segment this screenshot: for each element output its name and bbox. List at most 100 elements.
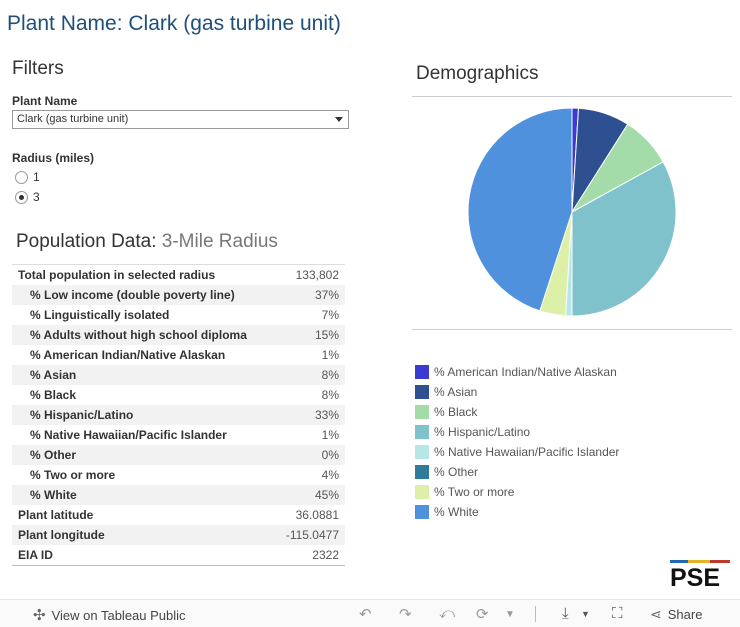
- chevron-down-icon[interactable]: ▼: [581, 609, 590, 619]
- row-label: Plant latitude: [18, 508, 94, 522]
- table-row: % Black 8%: [12, 385, 345, 405]
- row-value: 37%: [314, 288, 339, 302]
- radio-icon: [15, 170, 28, 184]
- tableau-icon: ✣: [33, 607, 46, 624]
- chevron-down-icon: [335, 117, 343, 122]
- table-row: % Low income (double poverty line) 37%: [12, 285, 345, 305]
- divider: [412, 329, 732, 330]
- demographics-title: Demographics: [416, 63, 539, 84]
- view-on-tableau-link[interactable]: ✣ View on Tableau Public: [33, 606, 186, 624]
- row-value: 4%: [321, 468, 339, 482]
- divider: [412, 96, 732, 97]
- radius-option-label: 1: [33, 170, 40, 184]
- row-value: 36.0881: [295, 508, 339, 522]
- legend-item[interactable]: % Two or more: [415, 482, 619, 502]
- table-row: Plant latitude 36.0881: [12, 505, 345, 525]
- legend-swatch: [415, 445, 429, 459]
- share-button[interactable]: ⋖ Share: [650, 606, 702, 623]
- legend-item[interactable]: % Asian: [415, 382, 619, 402]
- table-row: % Other 0%: [12, 445, 345, 465]
- row-value: 8%: [321, 368, 339, 382]
- row-label: % Linguistically isolated: [30, 308, 170, 322]
- row-label: % Black: [30, 388, 77, 402]
- legend-item[interactable]: % Other: [415, 462, 619, 482]
- row-label: % American Indian/Native Alaskan: [30, 348, 226, 362]
- row-value: 0%: [321, 448, 339, 462]
- undo-icon[interactable]: ↶: [359, 605, 372, 623]
- legend-item[interactable]: % White: [415, 502, 619, 522]
- legend-label: % Black: [434, 405, 478, 419]
- pse-logo-text: PSE: [670, 564, 720, 588]
- row-label: % Low income (double poverty line): [30, 288, 235, 302]
- table-row: EIA ID 2322: [12, 545, 345, 565]
- radius-option-label: 3: [33, 190, 40, 204]
- legend-label: % Asian: [434, 385, 478, 399]
- legend-item[interactable]: % Native Hawaiian/Pacific Islander: [415, 442, 619, 462]
- row-value: 15%: [314, 328, 339, 342]
- legend-label: % Hispanic/Latino: [434, 425, 531, 439]
- table-row: % Linguistically isolated 7%: [12, 305, 345, 325]
- row-value: 1%: [321, 348, 339, 362]
- row-label: % Hispanic/Latino: [30, 408, 134, 422]
- radius-option-1[interactable]: 1: [15, 169, 40, 185]
- row-value: 1%: [321, 428, 339, 442]
- row-value: -115.0477: [285, 528, 339, 542]
- pse-logo: PSE: [670, 560, 730, 588]
- download-icon[interactable]: ⤓: [562, 605, 569, 622]
- view-on-tableau-label: View on Tableau Public: [51, 607, 186, 623]
- row-value: 2322: [312, 548, 339, 562]
- row-value: 7%: [321, 308, 339, 322]
- legend-label: % Two or more: [434, 485, 515, 499]
- legend-label: % American Indian/Native Alaskan: [434, 365, 617, 379]
- legend-swatch: [415, 405, 429, 419]
- row-label: Total population in selected radius: [18, 268, 216, 282]
- pse-logo-stripe-red: [710, 560, 730, 563]
- row-label: Plant longitude: [18, 528, 105, 542]
- row-value: 33%: [314, 408, 339, 422]
- share-icon: ⋖: [650, 606, 662, 622]
- table-row: % American Indian/Native Alaskan 1%: [12, 345, 345, 365]
- row-label: % Other: [30, 448, 77, 462]
- population-table: Total population in selected radius 133,8…: [12, 264, 345, 566]
- chevron-down-icon[interactable]: ▼: [505, 609, 515, 620]
- toolbar-divider: [535, 606, 536, 622]
- row-label: % Asian: [30, 368, 77, 382]
- row-label: % Two or more: [30, 468, 116, 482]
- refresh-icon[interactable]: ⟳: [476, 605, 489, 623]
- legend-label: % White: [434, 505, 479, 519]
- population-title-radius: 3-Mile Radius: [161, 231, 278, 252]
- radius-label: Radius (miles): [12, 151, 95, 165]
- revert-icon[interactable]: ⤺: [439, 605, 455, 622]
- row-label: % Native Hawaiian/Pacific Islander: [30, 428, 227, 442]
- table-row: % Asian 8%: [12, 365, 345, 385]
- table-row: % Hispanic/Latino 33%: [12, 405, 345, 425]
- row-value: 45%: [314, 488, 339, 502]
- legend-swatch: [415, 365, 429, 379]
- fullscreen-icon[interactable]: ⛶: [612, 605, 623, 622]
- pse-logo-stripe-yellow: [688, 560, 710, 563]
- table-row: % Native Hawaiian/Pacific Islander 1%: [12, 425, 345, 445]
- table-row: % Adults without high school diploma 15%: [12, 325, 345, 345]
- table-row: % White 45%: [12, 485, 345, 505]
- row-label: % Adults without high school diploma: [30, 328, 247, 342]
- population-title: Population Data: 3-Mile Radius: [16, 231, 278, 253]
- plant-name-dropdown[interactable]: Clark (gas turbine unit): [12, 110, 349, 129]
- row-label: % White: [30, 488, 77, 502]
- table-row: Plant longitude -115.0477: [12, 525, 345, 545]
- demographics-pie-chart: [467, 107, 677, 317]
- redo-icon[interactable]: ↷: [399, 605, 412, 623]
- population-title-main: Population Data:: [16, 231, 157, 252]
- plant-title: Plant Name: Clark (gas turbine unit): [7, 12, 341, 35]
- table-row: % Two or more 4%: [12, 465, 345, 485]
- radio-selected-icon: [15, 190, 28, 204]
- legend-item[interactable]: % Hispanic/Latino: [415, 422, 619, 442]
- filters-title: Filters: [12, 58, 64, 79]
- row-label: EIA ID: [18, 548, 53, 562]
- row-value: 133,802: [295, 268, 339, 282]
- legend-item[interactable]: % Black: [415, 402, 619, 422]
- legend-item[interactable]: % American Indian/Native Alaskan: [415, 362, 619, 382]
- radius-option-3[interactable]: 3: [15, 189, 40, 205]
- dashboard: Plant Name: Clark (gas turbine unit) Fil…: [0, 0, 740, 627]
- pie-legend: % American Indian/Native Alaskan % Asian%…: [415, 362, 619, 522]
- legend-swatch: [415, 385, 429, 399]
